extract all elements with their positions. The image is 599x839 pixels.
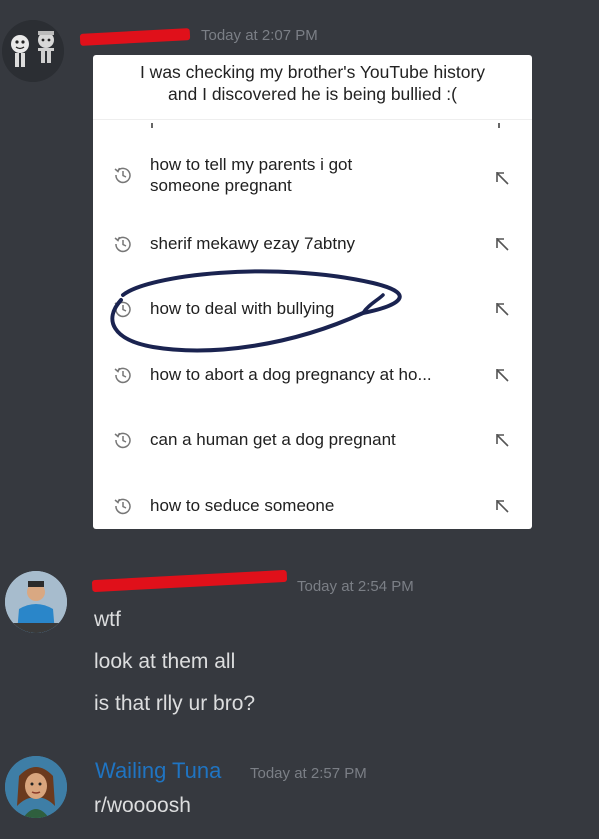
arrow-up-left-icon[interactable] (494, 236, 510, 252)
history-clock-icon (114, 498, 131, 515)
avatar-character-icon (5, 756, 67, 818)
message-text: look at them all (94, 650, 236, 673)
message-1: Today at 2:07 PM I was checking my broth… (0, 0, 599, 540)
search-query: sherif mekawy ezay 7abtny (150, 234, 356, 253)
history-clock-icon (114, 301, 131, 318)
search-query: how to abort a dog pregnancy at ho... (150, 365, 432, 384)
divider (151, 123, 153, 128)
history-clock-icon (114, 432, 131, 449)
timestamp: Today at 2:07 PM (201, 27, 318, 44)
arrow-up-left-icon[interactable] (494, 498, 510, 514)
arrow-up-left-icon[interactable] (494, 432, 510, 448)
arrow-up-left-icon[interactable] (494, 170, 510, 186)
timestamp: Today at 2:57 PM (250, 765, 367, 782)
arrow-up-left-icon[interactable] (494, 367, 510, 383)
divider (498, 123, 500, 128)
history-clock-icon (114, 236, 131, 253)
redacted-username (91, 569, 288, 593)
avatar[interactable] (2, 20, 64, 82)
history-clock-icon (114, 367, 131, 384)
username[interactable]: Wailing Tuna (95, 758, 221, 784)
divider (93, 119, 532, 120)
message-2: Today at 2:54 PM wtf look at them all is… (0, 560, 599, 730)
search-history-item[interactable]: how to deal with bullying (93, 281, 532, 337)
search-history-item[interactable]: how to tell my parents i got someone pre… (93, 151, 532, 207)
attached-image[interactable]: I was checking my brother's YouTube hist… (93, 55, 532, 529)
avatar[interactable] (5, 756, 67, 818)
search-query: how to deal with bullying (150, 299, 335, 318)
timestamp: Today at 2:54 PM (297, 578, 414, 595)
image-caption: I was checking my brother's YouTube hist… (139, 62, 486, 104)
search-query: how to seduce someone (150, 496, 335, 515)
message-text: is that rlly ur bro? (94, 692, 256, 715)
redacted-username (79, 28, 191, 46)
search-history-item[interactable]: how to abort a dog pregnancy at ho... (93, 347, 532, 403)
search-query: can a human get a dog pregnant (150, 430, 396, 449)
avatar-person-icon (5, 571, 67, 633)
avatar[interactable] (5, 571, 67, 633)
avatar-cartoon-icon (2, 20, 64, 82)
arrow-up-left-icon[interactable] (494, 301, 510, 317)
message-text: wtf (94, 608, 121, 631)
search-history-item[interactable]: how to seduce someone (93, 478, 532, 529)
message-text: r/woooosh (94, 794, 191, 817)
search-history-item[interactable]: sherif mekawy ezay 7abtny (93, 216, 532, 272)
search-history-item[interactable]: can a human get a dog pregnant (93, 413, 532, 469)
search-query: how to tell my parents i got someone pre… (150, 155, 353, 195)
history-clock-icon (114, 167, 131, 184)
